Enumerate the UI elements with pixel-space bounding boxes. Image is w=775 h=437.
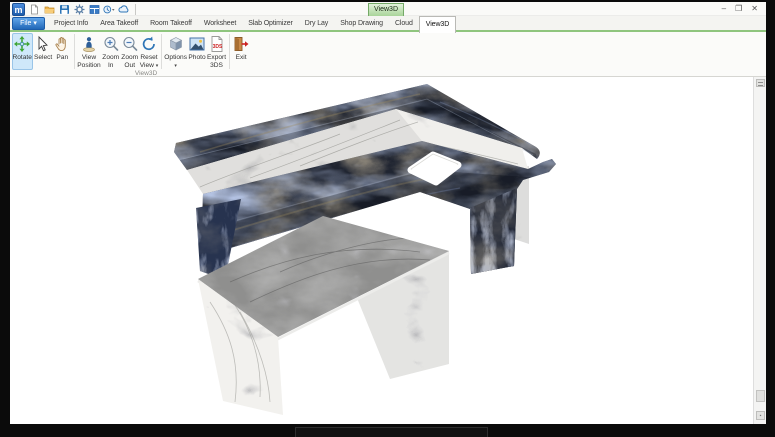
file-menu-arrow-icon: ▾ (33, 20, 37, 27)
window-layout-icon[interactable] (88, 4, 100, 16)
tab-room-takeoff[interactable]: Room Takeoff (144, 16, 198, 32)
reset-view-label: ResetView ▾ (140, 54, 159, 70)
zoom-out-label: ZoomOut (121, 54, 138, 69)
zoom-out-icon (121, 35, 139, 53)
ribbon-tabs: Project Info Area Takeoff Room Takeoff W… (48, 16, 456, 32)
file-menu-label: File (20, 20, 31, 27)
window-controls: – ❐ ✕ (722, 4, 758, 14)
taskbar-hint (295, 427, 488, 437)
rotate-button[interactable]: Rotate (12, 33, 33, 70)
tab-dry-lay[interactable]: Dry Lay (299, 16, 334, 32)
exit-label: Exit (236, 54, 247, 62)
view-position-button[interactable]: ViewPosition (77, 33, 100, 70)
screenshot-stage: m (0, 0, 775, 437)
pan-hand-icon (53, 35, 71, 53)
history-clock-icon[interactable] (103, 4, 115, 16)
qat-separator (135, 4, 136, 15)
file-menu-button[interactable]: File ▾ (12, 17, 45, 30)
maximize-button[interactable]: ❐ (735, 4, 742, 14)
ribbon-button-strip: Rotate Select Pan (11, 33, 251, 70)
tab-project-info[interactable]: Project Info (48, 16, 94, 32)
ribbon-tab-bar: File ▾ Project Info Area Takeoff Room Ta… (10, 16, 766, 32)
quick-access-toolbar: m (12, 3, 136, 16)
tab-shop-drawing[interactable]: Shop Drawing (334, 16, 389, 32)
ribbon-separator (229, 34, 230, 69)
zoom-in-icon (102, 35, 120, 53)
ribbon: Rotate Select Pan (10, 32, 766, 77)
svg-text:3DS: 3DS (212, 44, 222, 50)
viewport-scrollbar[interactable]: ▪ (753, 77, 766, 424)
rotate-icon (13, 35, 31, 53)
title-bar: m (10, 2, 766, 16)
scrollbar-thumb[interactable] (756, 390, 765, 402)
photo-icon (188, 35, 206, 53)
zoom-in-button[interactable]: ZoomIn (102, 33, 120, 70)
zoom-in-label: ZoomIn (102, 54, 119, 69)
options-button[interactable]: Options▾ (164, 33, 187, 70)
select-label: Select (34, 54, 52, 62)
minimize-button[interactable]: – (722, 4, 726, 14)
options-dropdown-icon: ▾ (174, 63, 177, 69)
settings-gear-icon[interactable] (73, 4, 85, 16)
exit-button[interactable]: Exit (232, 33, 250, 70)
select-button[interactable]: Select (34, 33, 52, 70)
ribbon-separator (161, 34, 162, 69)
exit-door-icon (232, 35, 250, 53)
zoom-out-button[interactable]: ZoomOut (121, 33, 139, 70)
close-button[interactable]: ✕ (751, 4, 758, 14)
options-label: Options▾ (164, 54, 187, 70)
canvas-area: ▪ (10, 77, 766, 424)
pan-label: Pan (56, 54, 68, 62)
tab-slab-optimizer[interactable]: Slab Optimizer (242, 16, 299, 32)
export-3ds-icon: 3DS (208, 35, 226, 53)
ribbon-separator (74, 34, 75, 69)
tab-cloud[interactable]: Cloud (389, 16, 419, 32)
reset-view-button[interactable]: ResetView ▾ (140, 33, 159, 70)
reset-view-icon (140, 35, 158, 53)
contextual-tab-group-label: View3D (368, 3, 404, 16)
cloud-sync-icon[interactable] (118, 4, 130, 16)
view-position-person-icon (80, 35, 98, 53)
view-position-label: ViewPosition (77, 54, 100, 69)
viewport-3d[interactable] (10, 77, 753, 424)
tab-view3d[interactable]: View3D (419, 16, 456, 33)
photo-label: Photo (188, 54, 205, 62)
save-icon[interactable] (58, 4, 70, 16)
scrollbar-bottom-button[interactable]: ▪ (756, 411, 765, 420)
options-cube-icon (167, 35, 185, 53)
select-cursor-icon (34, 35, 52, 53)
tab-area-takeoff[interactable]: Area Takeoff (94, 16, 144, 32)
app-logo-icon[interactable]: m (12, 3, 25, 16)
tab-worksheet[interactable]: Worksheet (198, 16, 242, 32)
rotate-label: Rotate (13, 54, 32, 62)
ribbon-group-label: View3D (106, 70, 186, 77)
export-3ds-button[interactable]: 3DS Export3DS (207, 33, 226, 70)
new-document-icon[interactable] (28, 4, 40, 16)
app-window: m (10, 2, 766, 424)
export-3ds-label: Export3DS (207, 54, 226, 69)
scrollbar-top-button[interactable] (756, 79, 765, 87)
pan-button[interactable]: Pan (53, 33, 71, 70)
photo-button[interactable]: Photo (188, 33, 206, 70)
reset-view-dropdown-icon: ▾ (156, 63, 159, 69)
open-folder-icon[interactable] (43, 4, 55, 16)
